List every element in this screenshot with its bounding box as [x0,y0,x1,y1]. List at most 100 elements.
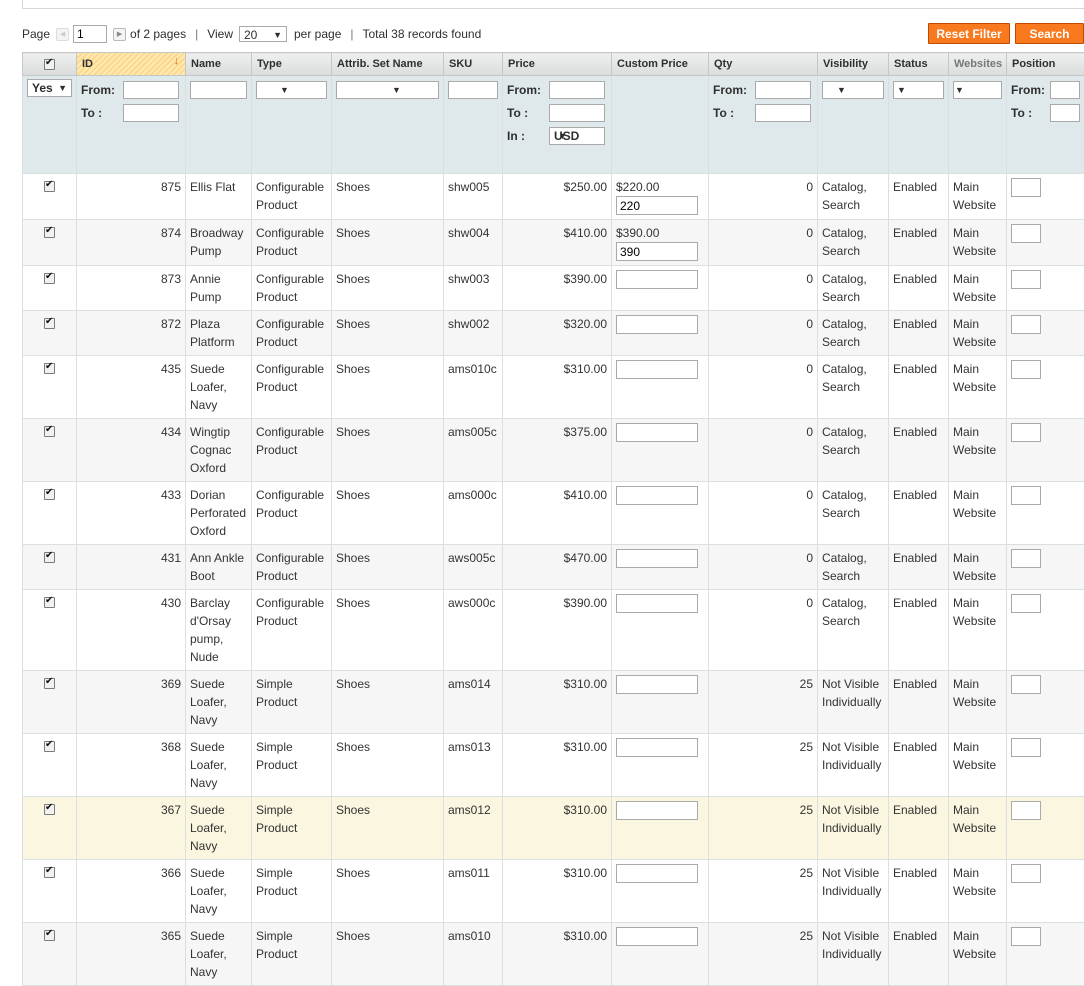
col-header-custom-price[interactable]: Custom Price [612,53,709,76]
price-to-input[interactable] [549,104,605,122]
custom-price-input[interactable] [616,594,698,613]
col-header-attrib-set[interactable]: Attrib. Set Name [332,53,444,76]
type-filter-select[interactable]: ▼ [256,81,327,99]
table-row[interactable]: 365Suede Loafer, NavySimple ProductShoes… [23,923,1084,986]
custom-price-input[interactable] [616,927,698,946]
row-checkbox[interactable] [23,356,77,419]
table-row[interactable]: 366Suede Loafer, NavySimple ProductShoes… [23,860,1084,923]
col-header-price[interactable]: Price [503,53,612,76]
price-cell: $310.00 [503,671,612,734]
page-input[interactable] [73,25,107,43]
table-row[interactable]: 435Suede Loafer, NavyConfigurable Produc… [23,356,1084,419]
custom-price-input[interactable] [616,549,698,568]
col-header-id[interactable]: ID↓ [77,53,186,76]
position-input[interactable] [1011,927,1041,946]
price-cell: $310.00 [503,860,612,923]
custom-price-input[interactable] [616,315,698,334]
position-input[interactable] [1011,864,1041,883]
table-row[interactable]: 367Suede Loafer, NavySimple ProductShoes… [23,797,1084,860]
position-from-input[interactable] [1050,81,1080,99]
row-checkbox[interactable] [23,590,77,671]
currency-select[interactable]: USD▼ [549,127,605,145]
col-header-visibility[interactable]: Visibility [818,53,889,76]
attrib-set-cell: Shoes [332,860,444,923]
sku-filter-input[interactable] [448,81,498,99]
row-checkbox[interactable] [23,545,77,590]
row-checkbox[interactable] [23,419,77,482]
custom-price-input[interactable] [616,738,698,757]
search-button[interactable]: Search [1015,23,1084,44]
table-row[interactable]: 369Suede Loafer, NavySimple ProductShoes… [23,671,1084,734]
table-row[interactable]: 875Ellis FlatConfigurable ProductShoessh… [23,174,1084,220]
custom-price-input[interactable] [616,423,698,442]
col-header-status[interactable]: Status [889,53,949,76]
col-header-sku[interactable]: SKU [444,53,503,76]
row-checkbox[interactable] [23,266,77,311]
position-input[interactable] [1011,738,1041,757]
table-row[interactable]: 433Dorian Perforated OxfordConfigurable … [23,482,1084,545]
table-row[interactable]: 873Annie PumpConfigurable ProductShoessh… [23,266,1084,311]
row-checkbox[interactable] [23,671,77,734]
row-checkbox[interactable] [23,734,77,797]
table-row[interactable]: 434Wingtip Cognac OxfordConfigurable Pro… [23,419,1084,482]
status-cell: Enabled [889,356,949,419]
position-input[interactable] [1011,486,1041,505]
custom-price-input[interactable] [616,801,698,820]
table-row[interactable]: 430Barclay d'Orsay pump, NudeConfigurabl… [23,590,1084,671]
id-to-input[interactable] [123,104,179,122]
attrib-set-filter-select[interactable]: ▼ [336,81,439,99]
row-checkbox[interactable] [23,311,77,356]
custom-price-input[interactable] [616,486,698,505]
reset-filter-button[interactable]: Reset Filter [928,23,1010,44]
position-to-input[interactable] [1050,104,1080,122]
status-filter-select[interactable]: ▼ [893,81,944,99]
row-checkbox[interactable] [23,797,77,860]
checkbox-icon [44,930,55,941]
id-from-input[interactable] [123,81,179,99]
position-input[interactable] [1011,549,1041,568]
col-header-qty[interactable]: Qty [709,53,818,76]
type-cell: Simple Product [252,923,332,986]
id-cell: 368 [77,734,186,797]
position-input[interactable] [1011,675,1041,694]
col-header-name[interactable]: Name [186,53,252,76]
position-input[interactable] [1011,360,1041,379]
qty-from-input[interactable] [755,81,811,99]
custom-price-input[interactable] [616,270,698,289]
select-all-checkbox[interactable] [23,53,77,76]
row-checkbox[interactable] [23,923,77,986]
position-input[interactable] [1011,270,1041,289]
row-checkbox[interactable] [23,482,77,545]
position-input[interactable] [1011,178,1041,197]
row-checkbox[interactable] [23,860,77,923]
custom-price-input[interactable] [616,360,698,379]
position-input[interactable] [1011,801,1041,820]
table-row[interactable]: 431Ann Ankle BootConfigurable ProductSho… [23,545,1084,590]
table-row[interactable]: 872Plaza PlatformConfigurable ProductSho… [23,311,1084,356]
table-row[interactable]: 368Suede Loafer, NavySimple ProductShoes… [23,734,1084,797]
prev-page-icon[interactable]: ◀ [56,28,69,41]
name-filter-input[interactable] [190,81,247,99]
per-page-select[interactable]: 20 ▼ [239,26,287,42]
row-checkbox[interactable] [23,220,77,266]
in-products-filter-select[interactable]: Yes ▼ [27,79,72,97]
row-checkbox[interactable] [23,174,77,220]
table-row[interactable]: 874Broadway PumpConfigurable ProductShoe… [23,220,1084,266]
sku-cell: ams000c [444,482,503,545]
custom-price-input[interactable] [616,864,698,883]
qty-to-input[interactable] [755,104,811,122]
custom-price-input[interactable] [616,675,698,694]
visibility-filter-select[interactable]: ▼ [822,81,884,99]
position-input[interactable] [1011,224,1041,243]
position-input[interactable] [1011,315,1041,334]
custom-price-input[interactable] [616,196,698,215]
next-page-icon[interactable]: ▶ [113,28,126,41]
col-header-position[interactable]: Position [1007,53,1084,76]
price-from-input[interactable] [549,81,605,99]
position-input[interactable] [1011,423,1041,442]
websites-filter-select[interactable]: ▼ [953,81,1002,99]
from-label: From: [81,83,123,97]
col-header-type[interactable]: Type [252,53,332,76]
custom-price-input[interactable] [616,242,698,261]
position-input[interactable] [1011,594,1041,613]
